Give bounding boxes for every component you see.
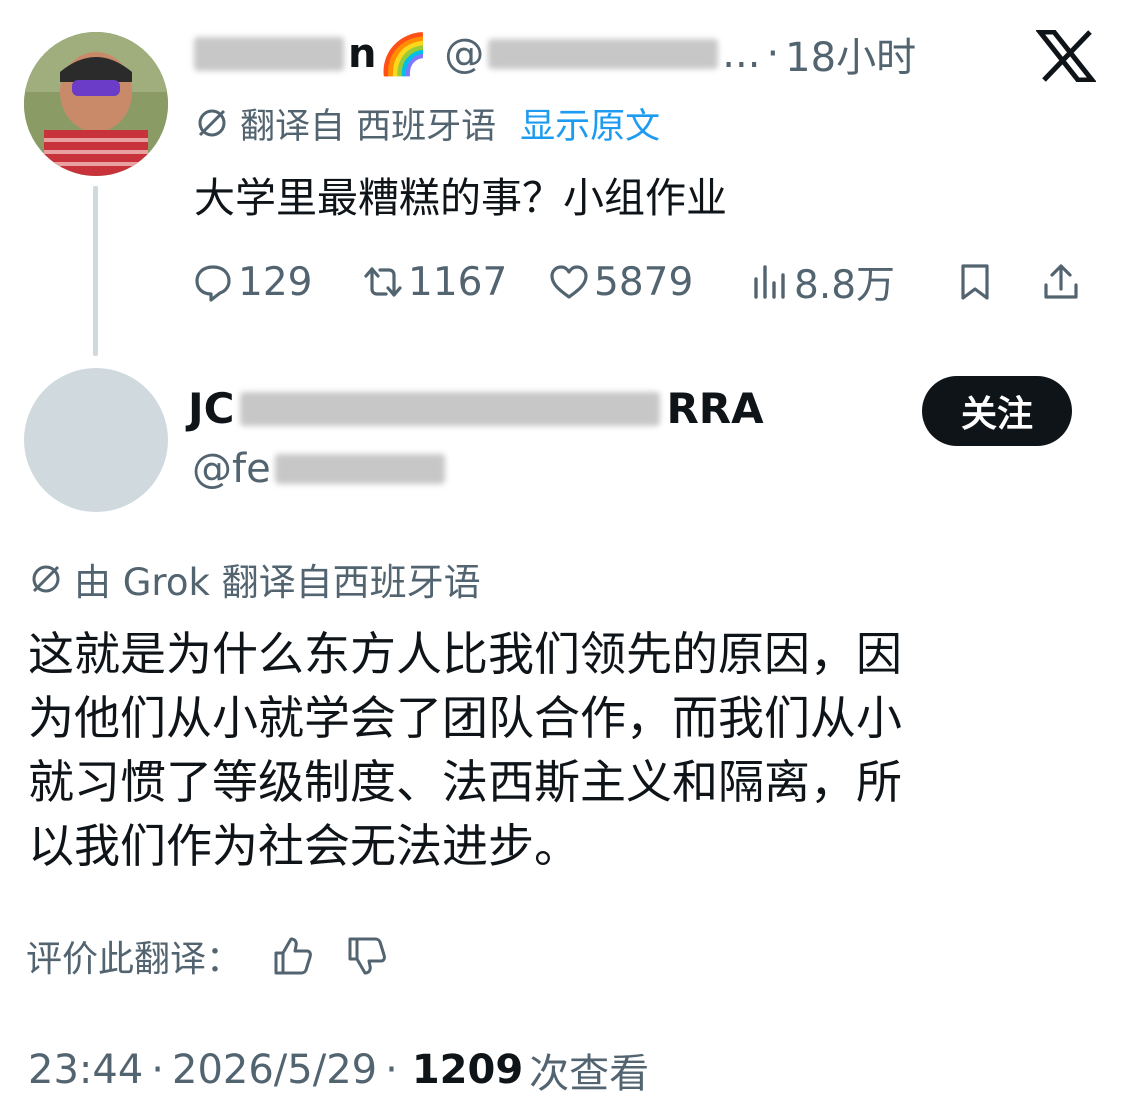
author2-name[interactable]: JC RRA [188,384,764,433]
avatar-author-2[interactable] [24,368,168,512]
author2-name-prefix: JC [188,384,235,433]
tweet2-text: 这就是为什么东方人比我们领先的原因，因 为他们从小就学会了团队合作，而我们从小 … [28,622,1068,878]
reply-icon [195,265,231,302]
thumbs-down-icon[interactable] [344,933,390,979]
tweet2-text-line: 这就是为什么东方人比我们领先的原因，因 [28,627,902,681]
redacted-name [240,391,661,426]
repost-count: 1167 [408,259,508,305]
author2-name-suffix: RRA [666,384,764,433]
share-icon [1044,264,1078,299]
repost-button[interactable]: 1167 [362,260,548,305]
reply-button[interactable]: 129 [192,260,362,305]
author2-handle-prefix: @fe [192,446,271,492]
repost-icon [364,267,402,297]
separator: · [766,31,780,77]
grok-translation-notice: 由 Grok 翻译自西班牙语 [28,552,481,606]
post-time[interactable]: 18小时 [785,25,916,83]
x-logo-icon [1036,30,1096,82]
views-icon [754,265,785,299]
tweet2-text-line: 为他们从小就学会了团队合作，而我们从小 [28,691,902,745]
post-date[interactable]: 2026/5/29 [172,1047,377,1093]
views-label: 次查看 [529,1051,650,1097]
handle-prefix[interactable]: @ [444,31,484,77]
bookmark-button[interactable] [954,261,1040,303]
reply-count: 129 [238,259,313,305]
rainbow-emoji: 🌈 [378,31,429,78]
tweet2-text-line: 就习惯了等级制度、法西斯主义和隔离，所 [28,755,902,809]
translated-from-label: 翻译自 西班牙语 [240,106,497,147]
redacted-handle [274,454,445,484]
follow-button[interactable]: 关注 [922,376,1072,446]
tweet1-actions: 129 1167 5879 8.8万 [192,252,1092,312]
thread-line [93,186,98,356]
like-button[interactable]: 5879 [548,260,748,305]
slash-circle-icon [32,565,60,593]
avatar-author-1[interactable] [24,32,168,176]
views-button[interactable]: 8.8万 [748,254,954,310]
rate-translation-row: 评价此翻译： [26,928,390,984]
like-count: 5879 [594,259,694,305]
views-count: 8.8万 [794,263,896,308]
translated-by-label: 由 Grok 翻译自西班牙语 [74,561,481,604]
bookmark-icon [961,264,989,300]
separator: · [151,1047,164,1093]
tweet1-text: 大学里最糟糕的事？小组作业 [194,174,727,222]
post-time[interactable]: 23:44 [28,1047,143,1093]
like-icon [550,265,588,299]
slash-circle-icon [198,109,226,137]
view-count: 1209 [411,1047,524,1093]
redacted-name [194,37,344,71]
tweet2-meta: 23:44 · 2026/5/29 · 1209 次查看 [28,1040,649,1100]
show-original-link[interactable]: 显示原文 [520,98,660,149]
rate-translation-label: 评价此翻译： [26,939,243,980]
tweet2-text-line: 以我们作为社会无法进步。 [28,819,580,873]
separator: · [385,1047,398,1093]
tweet1-header: n 🌈 @ ... · 18小时 [194,22,916,86]
author2-handle[interactable]: @fe [192,446,445,492]
translation-notice: 翻译自 西班牙语 显示原文 [194,98,660,148]
author-name-suffix[interactable]: n [348,31,376,77]
handle-ellipsis: ... [722,31,761,77]
avatar-photo [24,32,168,176]
thumbs-up-icon[interactable] [270,933,316,979]
share-button[interactable] [1040,261,1086,303]
redacted-handle [488,39,719,69]
